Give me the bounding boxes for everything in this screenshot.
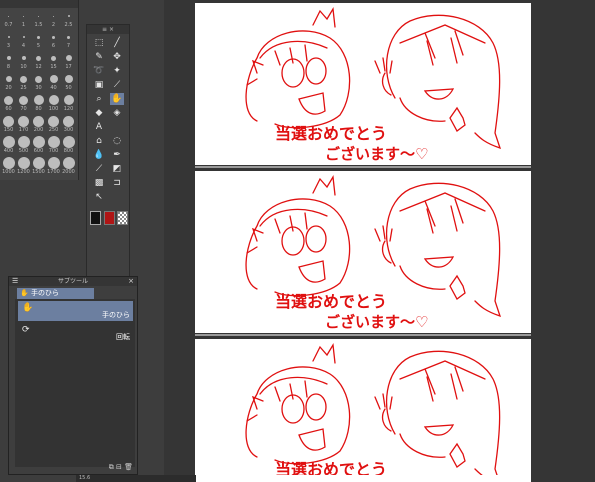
right-girl-mouth — [425, 425, 453, 435]
left-girl-mouth — [299, 261, 325, 282]
right-girl-eye — [451, 374, 457, 399]
waving-hand — [450, 444, 465, 467]
left-girl-bangs — [260, 209, 327, 226]
left-girl-mouth — [299, 93, 325, 114]
canvas-text-line-1: 当選おめでとう — [275, 292, 387, 311]
right-girl-face — [383, 241, 445, 289]
left-girl-ahoge — [313, 345, 335, 363]
left-girl-eye — [306, 394, 326, 420]
left-girl-hair — [275, 381, 307, 401]
left-girl-eye — [306, 226, 326, 252]
left-girl-head — [246, 31, 350, 128]
right-girl-bangs — [400, 361, 485, 394]
illustration-page-3: 当選おめでとうございます〜♡ — [246, 345, 500, 482]
left-girl-head — [246, 199, 350, 296]
status-bar: 15.6 — [76, 475, 196, 482]
raised-hand — [375, 58, 392, 73]
raised-hand — [375, 226, 392, 241]
left-girl-bangs — [260, 41, 327, 58]
canvas-text-line-2: ございます〜♡ — [325, 145, 428, 163]
zoom-readout: 15.6 — [79, 475, 91, 481]
left-girl-ahoge — [313, 9, 335, 27]
left-girl-hair — [275, 213, 307, 233]
right-girl-bangs — [400, 193, 485, 226]
illustration-page-1: 当選おめでとうございます〜♡ — [246, 9, 500, 163]
illustration-page-2: 当選おめでとうございます〜♡ — [246, 177, 500, 331]
right-girl-bangs — [400, 25, 485, 58]
waving-hand — [450, 108, 465, 131]
left-girl-hair — [275, 45, 307, 65]
left-girl-eye — [306, 58, 326, 84]
right-girl-eye — [451, 38, 457, 63]
raised-hand — [375, 394, 392, 409]
right-girl-face — [383, 409, 445, 457]
illustration-layer: 当選おめでとうございます〜♡当選おめでとうございます〜♡当選おめでとうございます… — [0, 0, 595, 482]
right-girl-hair — [387, 15, 500, 148]
right-girl-hair — [387, 183, 500, 316]
waving-hand — [450, 276, 465, 299]
right-girl-mouth — [425, 257, 453, 267]
left-girl-bangs — [260, 377, 327, 394]
left-girl-ahoge — [313, 177, 335, 195]
canvas-text-line-1: 当選おめでとう — [275, 124, 387, 143]
canvas-text-line-2: ございます〜♡ — [325, 313, 428, 331]
right-girl-face — [383, 73, 445, 121]
right-girl-eye — [451, 206, 457, 231]
right-girl-hair — [387, 351, 500, 482]
left-girl-head — [246, 367, 350, 464]
left-girl-mouth — [299, 429, 325, 450]
right-girl-mouth — [425, 89, 453, 99]
